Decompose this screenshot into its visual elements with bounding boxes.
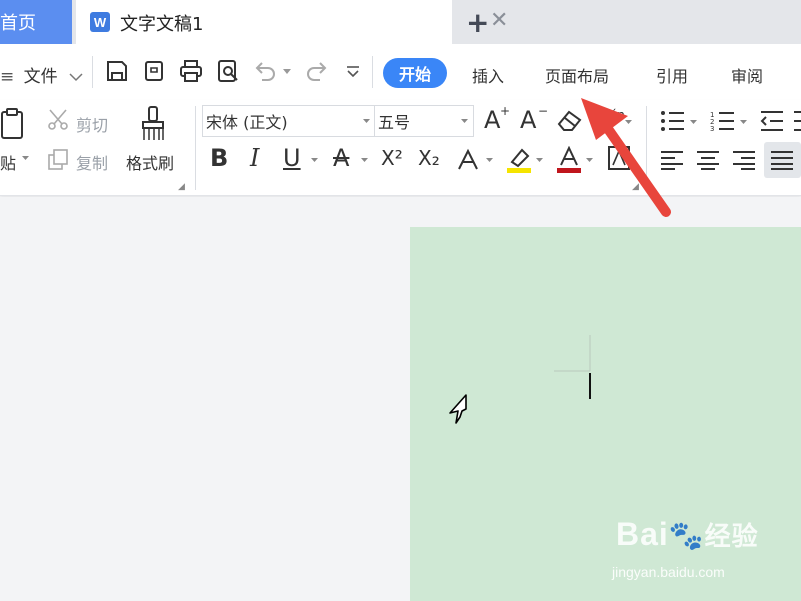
chevron-down-icon[interactable] bbox=[740, 120, 747, 125]
subscript-button[interactable]: X₂ bbox=[418, 146, 440, 170]
chevron-down-icon[interactable] bbox=[690, 120, 697, 125]
italic-button[interactable]: I bbox=[250, 144, 259, 172]
highlight-icon[interactable] bbox=[506, 146, 532, 174]
tab-bar: 首页 W 文字文稿1 ✕ + bbox=[0, 0, 801, 44]
phonetic-guide-button[interactable]: wén bbox=[600, 108, 625, 122]
font-family-select[interactable]: 宋体 (正文) bbox=[202, 105, 376, 137]
copy-button[interactable]: 复制 bbox=[76, 150, 108, 174]
superscript-button[interactable]: X² bbox=[381, 146, 403, 170]
chevron-down-icon[interactable] bbox=[361, 158, 368, 163]
ribbon-toolbar: 贴 剪切 复制 格式刷 ◢ 宋体 (正文) 五号 A + A − wén B I… bbox=[0, 100, 801, 196]
watermark-brand: Bai🐾经验 bbox=[616, 516, 759, 553]
plus-icon: + bbox=[500, 104, 511, 118]
tab-page-layout[interactable]: 页面布局 bbox=[545, 63, 609, 87]
chevron-down-icon[interactable] bbox=[22, 156, 29, 161]
font-family-value: 宋体 (正文) bbox=[206, 113, 288, 132]
file-menu-label: 文件 bbox=[23, 67, 58, 87]
eraser-icon[interactable] bbox=[556, 108, 584, 132]
chevron-down-icon bbox=[363, 119, 370, 123]
text-effect-icon[interactable] bbox=[456, 148, 480, 172]
chevron-down-icon[interactable] bbox=[586, 158, 593, 163]
strikethrough-button[interactable]: A bbox=[333, 144, 349, 172]
mouse-cursor-icon bbox=[449, 394, 467, 424]
font-size-select[interactable]: 五号 bbox=[374, 105, 474, 137]
text-caret bbox=[589, 373, 591, 399]
chevron-down-icon[interactable] bbox=[625, 120, 632, 125]
copy-icon[interactable] bbox=[46, 148, 70, 172]
close-icon[interactable]: ✕ bbox=[490, 8, 508, 33]
chevron-down-icon[interactable] bbox=[283, 69, 291, 75]
scissors-icon[interactable] bbox=[46, 108, 70, 132]
paste-button[interactable]: 贴 bbox=[0, 150, 16, 174]
undo-icon[interactable] bbox=[253, 59, 277, 83]
tab-document-title: 文字文稿1 bbox=[120, 14, 204, 35]
tab-document[interactable]: W 文字文稿1 ✕ bbox=[76, 0, 508, 44]
tab-home[interactable]: 首页 bbox=[0, 0, 72, 44]
bullets-icon[interactable] bbox=[660, 110, 686, 132]
font-grow-button[interactable]: A bbox=[484, 106, 500, 134]
font-color-icon[interactable] bbox=[556, 146, 582, 174]
tab-home-label: 首页 bbox=[0, 13, 36, 34]
export-pdf-icon[interactable] bbox=[143, 59, 167, 83]
numbering-icon[interactable]: 123 bbox=[710, 110, 736, 132]
dialog-launcher-icon[interactable]: ◢ bbox=[632, 182, 639, 192]
tab-start[interactable]: 开始 bbox=[383, 58, 447, 88]
writer-logo-icon: W bbox=[90, 12, 110, 32]
tab-insert[interactable]: 插入 bbox=[472, 63, 504, 87]
chevron-down-icon[interactable] bbox=[311, 158, 318, 163]
print-icon[interactable] bbox=[179, 59, 203, 83]
dialog-launcher-icon[interactable]: ◢ bbox=[178, 182, 185, 192]
divider bbox=[646, 106, 647, 190]
redo-icon[interactable] bbox=[305, 59, 329, 83]
justify-button[interactable] bbox=[764, 142, 801, 178]
watermark-brand-suffix: 经验 bbox=[704, 521, 759, 551]
brush-icon[interactable] bbox=[139, 106, 167, 142]
new-tab-button[interactable]: + bbox=[466, 6, 489, 39]
char-border-icon[interactable] bbox=[608, 146, 630, 170]
hamburger-icon: ≡ bbox=[0, 67, 15, 87]
menu-bar: ≡ 文件 开始 插入 页面布局 引用 审阅 bbox=[0, 44, 801, 100]
indent-icon[interactable] bbox=[794, 110, 801, 132]
watermark: Bai🐾经验 jingyan.baidu.com bbox=[612, 516, 792, 586]
chevron-down-icon[interactable] bbox=[486, 158, 493, 163]
tab-references[interactable]: 引用 bbox=[656, 63, 688, 87]
font-size-value: 五号 bbox=[378, 113, 411, 132]
font-shrink-button[interactable]: A bbox=[520, 106, 536, 134]
align-center-icon[interactable] bbox=[696, 150, 720, 170]
cut-button[interactable]: 剪切 bbox=[76, 112, 108, 136]
outdent-icon[interactable] bbox=[760, 110, 784, 132]
align-left-icon[interactable] bbox=[660, 150, 684, 170]
print-preview-icon[interactable] bbox=[216, 59, 240, 83]
tab-review[interactable]: 审阅 bbox=[731, 63, 763, 87]
chevron-down-icon bbox=[69, 73, 83, 82]
minus-icon: − bbox=[538, 104, 549, 118]
divider bbox=[372, 56, 373, 88]
bold-button[interactable]: B bbox=[210, 144, 228, 172]
watermark-brand-text: Bai bbox=[616, 516, 669, 552]
paste-icon[interactable] bbox=[0, 108, 26, 142]
watermark-url: jingyan.baidu.com bbox=[612, 564, 725, 580]
svg-text:3: 3 bbox=[710, 125, 714, 132]
align-right-icon[interactable] bbox=[732, 150, 756, 170]
chevron-down-icon bbox=[461, 119, 468, 123]
justify-icon bbox=[771, 151, 793, 170]
divider bbox=[92, 56, 93, 88]
format-painter-button[interactable]: 格式刷 bbox=[126, 150, 174, 174]
save-icon[interactable] bbox=[105, 59, 129, 83]
underline-button[interactable]: U bbox=[283, 144, 301, 172]
file-menu[interactable]: ≡ 文件 bbox=[0, 62, 83, 87]
divider bbox=[195, 106, 196, 190]
more-icon[interactable] bbox=[346, 66, 360, 78]
margin-corner-mark bbox=[554, 335, 591, 372]
paw-icon: 🐾 bbox=[668, 520, 705, 551]
chevron-down-icon[interactable] bbox=[536, 158, 543, 163]
